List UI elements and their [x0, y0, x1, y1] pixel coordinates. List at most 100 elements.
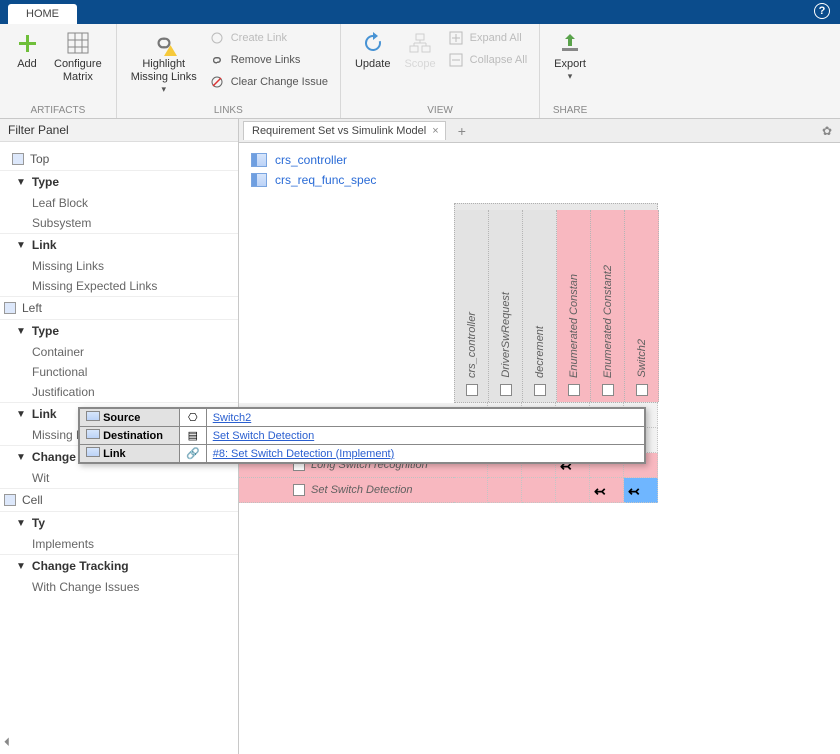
- scope-icon: [407, 30, 433, 56]
- column-label: Switch2: [636, 337, 648, 380]
- filter-container[interactable]: Container: [0, 342, 238, 362]
- block-icon: [636, 384, 648, 396]
- block-icon: [500, 384, 512, 396]
- chevron-down-icon: ▾: [568, 71, 573, 82]
- export-icon: [557, 30, 583, 56]
- link-warning-icon: [151, 30, 177, 56]
- reqset-icon: [251, 173, 267, 187]
- link-remove-icon: [209, 52, 225, 68]
- filter-type-header-3[interactable]: ▼Ty: [0, 511, 238, 534]
- link-icon: 🔗: [180, 445, 207, 463]
- filter-panel-title: Filter Panel: [0, 119, 238, 142]
- clear-change-button[interactable]: Clear Change Issue: [205, 72, 332, 92]
- chevron-down-icon: ▾: [161, 84, 166, 95]
- filter-justification[interactable]: Justification: [0, 382, 238, 402]
- square-icon: [4, 494, 16, 506]
- matrix-cell[interactable]: ↢: [624, 478, 658, 503]
- update-button[interactable]: Update: [349, 28, 396, 73]
- square-icon: [4, 302, 16, 314]
- filter-cell[interactable]: Cell: [0, 488, 238, 511]
- column-header[interactable]: Enumerated Constan: [557, 210, 591, 402]
- configure-matrix-button[interactable]: Configure Matrix: [48, 28, 108, 86]
- link-arrow-icon: ↢: [628, 483, 640, 500]
- link-arrow-icon: ↢: [594, 483, 606, 500]
- filter-type-header[interactable]: ▼Type: [0, 170, 238, 193]
- block-icon: [466, 384, 478, 396]
- column-label: Enumerated Constan: [568, 272, 580, 380]
- cfg-crs-req[interactable]: crs_req_func_spec: [251, 173, 376, 187]
- create-link-button[interactable]: Create Link: [205, 28, 332, 48]
- group-share-label: SHARE: [548, 105, 592, 118]
- column-header[interactable]: decrement: [523, 210, 557, 402]
- filter-missing-expected[interactable]: Missing Expected Links: [0, 276, 238, 296]
- row-icon: [86, 411, 100, 421]
- ribbon: Add Configure Matrix ARTIFACTS Highlight…: [0, 24, 840, 119]
- link-clear-icon: [209, 74, 225, 90]
- tab-home[interactable]: HOME: [8, 4, 77, 24]
- expand-icon: [448, 30, 464, 46]
- tooltip-source-link[interactable]: Switch2: [213, 412, 252, 424]
- req-icon: ▤: [180, 427, 207, 445]
- row-icon: [86, 447, 100, 457]
- block-icon: ⎔: [180, 409, 207, 427]
- column-label: Enumerated Constant2: [602, 263, 614, 380]
- help-icon[interactable]: ?: [814, 3, 830, 19]
- column-label: DriverSwRequest: [500, 290, 512, 380]
- add-tab-button[interactable]: +: [450, 123, 474, 139]
- filter-link-header[interactable]: ▼Link: [0, 233, 238, 256]
- column-header[interactable]: DriverSwRequest: [489, 210, 523, 402]
- req-icon: [293, 484, 305, 496]
- filter-with-change-issues[interactable]: With Change Issues: [0, 577, 238, 597]
- model-icon: [251, 153, 267, 167]
- column-label: crs_controller: [466, 310, 478, 380]
- tooltip-link-link[interactable]: #8: Set Switch Detection (Implement): [213, 448, 395, 460]
- matrix-cell[interactable]: [488, 478, 522, 503]
- close-icon[interactable]: ×: [432, 125, 438, 137]
- matrix-cell[interactable]: [556, 478, 590, 503]
- group-links-label: LINKS: [125, 105, 332, 118]
- collapse-all-button[interactable]: Collapse All: [444, 50, 531, 70]
- gear-icon[interactable]: ✿: [822, 124, 832, 138]
- scope-button[interactable]: Scope: [398, 28, 441, 73]
- filter-functional[interactable]: Functional: [0, 362, 238, 382]
- expand-all-button[interactable]: Expand All: [444, 28, 531, 48]
- filter-with-change-cut[interactable]: Wit: [0, 468, 238, 488]
- collapse-panel-icon[interactable]: ⏴: [4, 735, 10, 750]
- filter-change-tracking-2[interactable]: ▼Change Tracking: [0, 554, 238, 577]
- add-button[interactable]: Add: [8, 28, 46, 73]
- tooltip-dest-link[interactable]: Set Switch Detection: [213, 430, 315, 442]
- block-icon: [568, 384, 580, 396]
- refresh-icon: [360, 30, 386, 56]
- remove-links-button[interactable]: Remove Links: [205, 50, 332, 70]
- link-plus-icon: [209, 30, 225, 46]
- editor-tab[interactable]: Requirement Set vs Simulink Model ×: [243, 121, 446, 140]
- matrix-cell[interactable]: ↢: [590, 478, 624, 503]
- column-header[interactable]: crs_controller: [455, 210, 489, 402]
- cfg-crs-controller[interactable]: crs_controller: [251, 153, 376, 167]
- square-icon: [12, 153, 24, 165]
- grid-icon: [65, 30, 91, 56]
- export-button[interactable]: Export ▾: [548, 28, 592, 84]
- column-header[interactable]: Switch2: [625, 210, 659, 402]
- block-icon: [534, 384, 546, 396]
- filter-subsystem[interactable]: Subsystem: [0, 213, 238, 233]
- block-icon: [602, 384, 614, 396]
- tooltip-dest-key: Destination: [80, 427, 180, 445]
- highlight-missing-button[interactable]: Highlight Missing Links ▾: [125, 28, 203, 97]
- editor-tab-label: Requirement Set vs Simulink Model: [252, 125, 426, 137]
- collapse-icon: [448, 52, 464, 68]
- filter-implements[interactable]: Implements: [0, 534, 238, 554]
- filter-missing-links[interactable]: Missing Links: [0, 256, 238, 276]
- row-icon: [86, 429, 100, 439]
- row-label: Set Switch Detection: [311, 484, 413, 496]
- column-header[interactable]: Enumerated Constant2: [591, 210, 625, 402]
- group-artifacts-label: ARTIFACTS: [8, 105, 108, 118]
- filter-leaf-block[interactable]: Leaf Block: [0, 193, 238, 213]
- matrix-cell[interactable]: [522, 478, 556, 503]
- matrix-cell[interactable]: [454, 478, 488, 503]
- tooltip-link-key: Link: [80, 445, 180, 463]
- filter-left[interactable]: Left: [0, 296, 238, 319]
- plus-icon: [14, 30, 40, 56]
- filter-top[interactable]: Top: [0, 148, 238, 170]
- filter-type-header-2[interactable]: ▼Type: [0, 319, 238, 342]
